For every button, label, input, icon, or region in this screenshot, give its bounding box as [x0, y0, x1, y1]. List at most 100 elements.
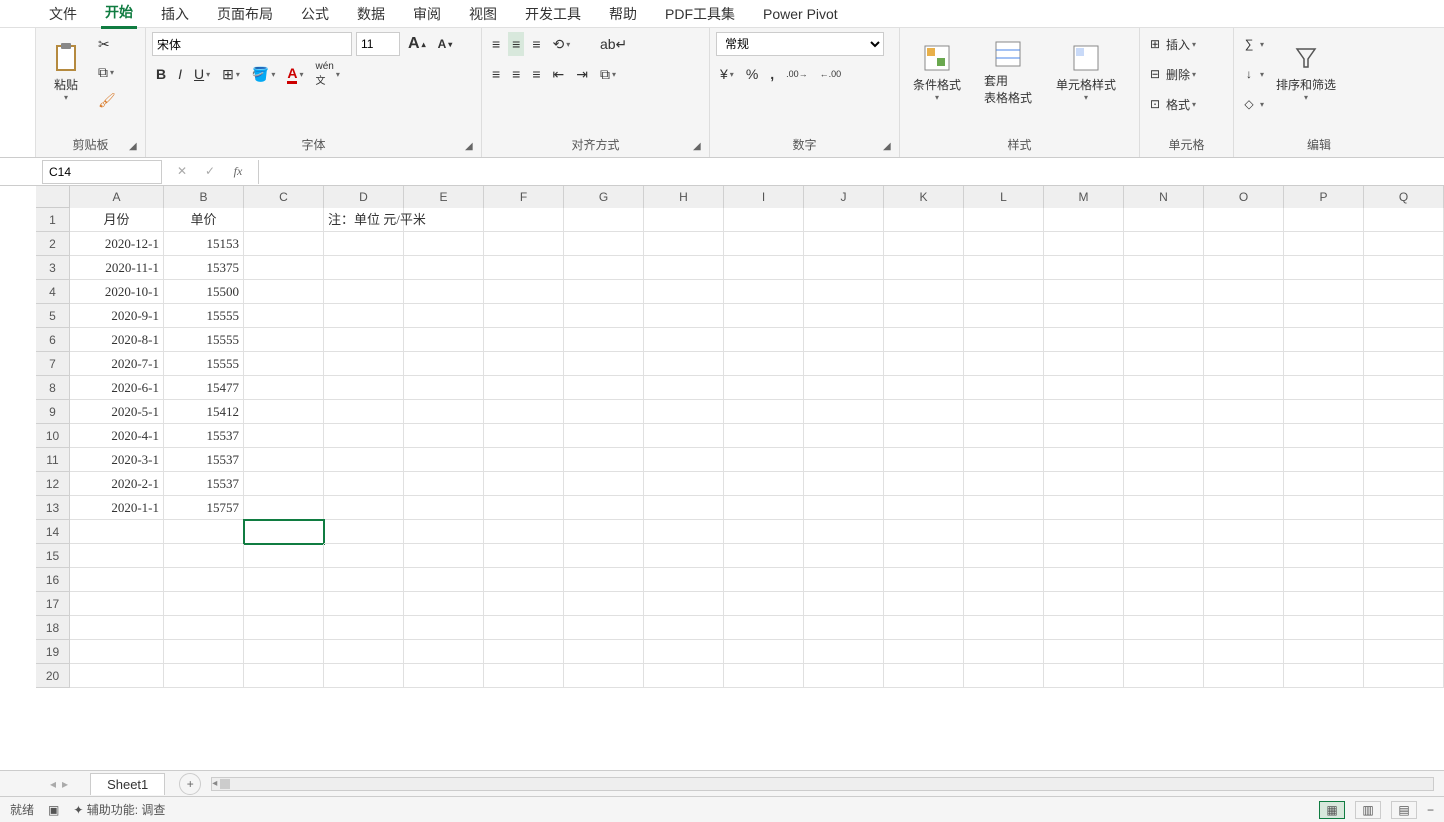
- horizontal-scrollbar[interactable]: ◂: [211, 777, 1434, 791]
- row-header-2[interactable]: 2: [36, 232, 70, 256]
- cell-F19[interactable]: [484, 640, 564, 664]
- cell-G7[interactable]: [564, 352, 644, 376]
- cell-P10[interactable]: [1284, 424, 1364, 448]
- cell-C10[interactable]: [244, 424, 324, 448]
- cell-I11[interactable]: [724, 448, 804, 472]
- cell-Q10[interactable]: [1364, 424, 1444, 448]
- worksheet-grid[interactable]: ABCDEFGHIJKLMNOPQ1月份单价注：单位 元/平米22020-12-…: [0, 186, 1444, 770]
- cell-E4[interactable]: [404, 280, 484, 304]
- cell-L8[interactable]: [964, 376, 1044, 400]
- cell-N1[interactable]: [1124, 208, 1204, 232]
- cell-N13[interactable]: [1124, 496, 1204, 520]
- cell-A6[interactable]: 2020-8-1: [70, 328, 164, 352]
- cell-J5[interactable]: [804, 304, 884, 328]
- cell-C5[interactable]: [244, 304, 324, 328]
- cell-A15[interactable]: [70, 544, 164, 568]
- cell-O17[interactable]: [1204, 592, 1284, 616]
- cell-M9[interactable]: [1044, 400, 1124, 424]
- cell-B2[interactable]: 15153: [164, 232, 244, 256]
- insert-function-button[interactable]: fx: [228, 164, 248, 179]
- cell-E15[interactable]: [404, 544, 484, 568]
- merge-center-button[interactable]: ⧉▾: [596, 62, 631, 86]
- cell-E2[interactable]: [404, 232, 484, 256]
- col-header-C[interactable]: C: [244, 186, 324, 208]
- cell-H13[interactable]: [644, 496, 724, 520]
- cell-I17[interactable]: [724, 592, 804, 616]
- cell-J8[interactable]: [804, 376, 884, 400]
- cell-B10[interactable]: 15537: [164, 424, 244, 448]
- cell-E1[interactable]: [404, 208, 484, 232]
- cell-E14[interactable]: [404, 520, 484, 544]
- cell-I3[interactable]: [724, 256, 804, 280]
- cell-D15[interactable]: [324, 544, 404, 568]
- cell-K14[interactable]: [884, 520, 964, 544]
- cell-G13[interactable]: [564, 496, 644, 520]
- cell-J15[interactable]: [804, 544, 884, 568]
- cell-A5[interactable]: 2020-9-1: [70, 304, 164, 328]
- italic-button[interactable]: I: [174, 62, 186, 86]
- tab-view[interactable]: 视图: [465, 0, 501, 28]
- format-painter-button[interactable]: 🖌: [94, 88, 120, 112]
- borders-button[interactable]: ⊞▾: [218, 62, 244, 86]
- cell-B1[interactable]: 单价: [164, 208, 244, 232]
- name-box[interactable]: [42, 160, 162, 184]
- cell-J11[interactable]: [804, 448, 884, 472]
- cell-E6[interactable]: [404, 328, 484, 352]
- cell-I14[interactable]: [724, 520, 804, 544]
- cell-H5[interactable]: [644, 304, 724, 328]
- cell-I8[interactable]: [724, 376, 804, 400]
- cell-D19[interactable]: [324, 640, 404, 664]
- cell-Q6[interactable]: [1364, 328, 1444, 352]
- cell-I1[interactable]: [724, 208, 804, 232]
- cell-K13[interactable]: [884, 496, 964, 520]
- cell-L12[interactable]: [964, 472, 1044, 496]
- cell-N4[interactable]: [1124, 280, 1204, 304]
- tab-data[interactable]: 数据: [353, 0, 389, 28]
- cell-F4[interactable]: [484, 280, 564, 304]
- cell-N6[interactable]: [1124, 328, 1204, 352]
- cell-J6[interactable]: [804, 328, 884, 352]
- cell-D9[interactable]: [324, 400, 404, 424]
- cell-Q12[interactable]: [1364, 472, 1444, 496]
- cell-C11[interactable]: [244, 448, 324, 472]
- cell-J19[interactable]: [804, 640, 884, 664]
- bold-button[interactable]: B: [152, 62, 170, 86]
- cell-E13[interactable]: [404, 496, 484, 520]
- cell-P8[interactable]: [1284, 376, 1364, 400]
- cell-Q8[interactable]: [1364, 376, 1444, 400]
- cell-I2[interactable]: [724, 232, 804, 256]
- cell-I6[interactable]: [724, 328, 804, 352]
- cell-D7[interactable]: [324, 352, 404, 376]
- cell-O13[interactable]: [1204, 496, 1284, 520]
- cell-L4[interactable]: [964, 280, 1044, 304]
- cell-I7[interactable]: [724, 352, 804, 376]
- cell-D13[interactable]: [324, 496, 404, 520]
- cell-N14[interactable]: [1124, 520, 1204, 544]
- cell-D12[interactable]: [324, 472, 404, 496]
- underline-button[interactable]: U▾: [190, 62, 214, 86]
- cell-J2[interactable]: [804, 232, 884, 256]
- cell-Q13[interactable]: [1364, 496, 1444, 520]
- decrease-decimal-button[interactable]: ←.00: [816, 62, 846, 86]
- cell-B11[interactable]: 15537: [164, 448, 244, 472]
- cell-B13[interactable]: 15757: [164, 496, 244, 520]
- cell-C13[interactable]: [244, 496, 324, 520]
- cell-A19[interactable]: [70, 640, 164, 664]
- font-size-combo[interactable]: [356, 32, 400, 56]
- cell-F5[interactable]: [484, 304, 564, 328]
- cell-D14[interactable]: [324, 520, 404, 544]
- cell-I12[interactable]: [724, 472, 804, 496]
- phonetic-button[interactable]: wén文▾: [312, 62, 344, 86]
- cell-M16[interactable]: [1044, 568, 1124, 592]
- cell-G19[interactable]: [564, 640, 644, 664]
- cell-A1[interactable]: 月份: [70, 208, 164, 232]
- row-header-9[interactable]: 9: [36, 400, 70, 424]
- row-header-10[interactable]: 10: [36, 424, 70, 448]
- col-header-B[interactable]: B: [164, 186, 244, 208]
- cell-I9[interactable]: [724, 400, 804, 424]
- cell-A14[interactable]: [70, 520, 164, 544]
- cell-G5[interactable]: [564, 304, 644, 328]
- cell-M5[interactable]: [1044, 304, 1124, 328]
- row-header-13[interactable]: 13: [36, 496, 70, 520]
- cell-P12[interactable]: [1284, 472, 1364, 496]
